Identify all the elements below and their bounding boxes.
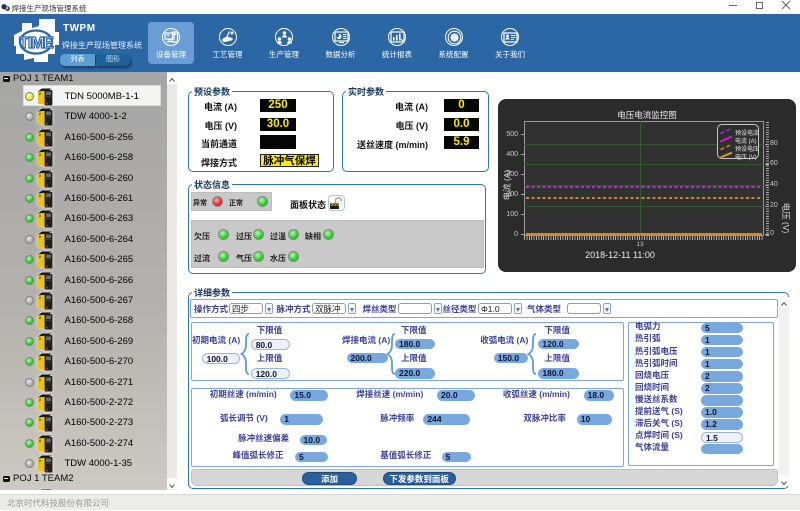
- svg-text:TIME: TIME: [19, 35, 54, 52]
